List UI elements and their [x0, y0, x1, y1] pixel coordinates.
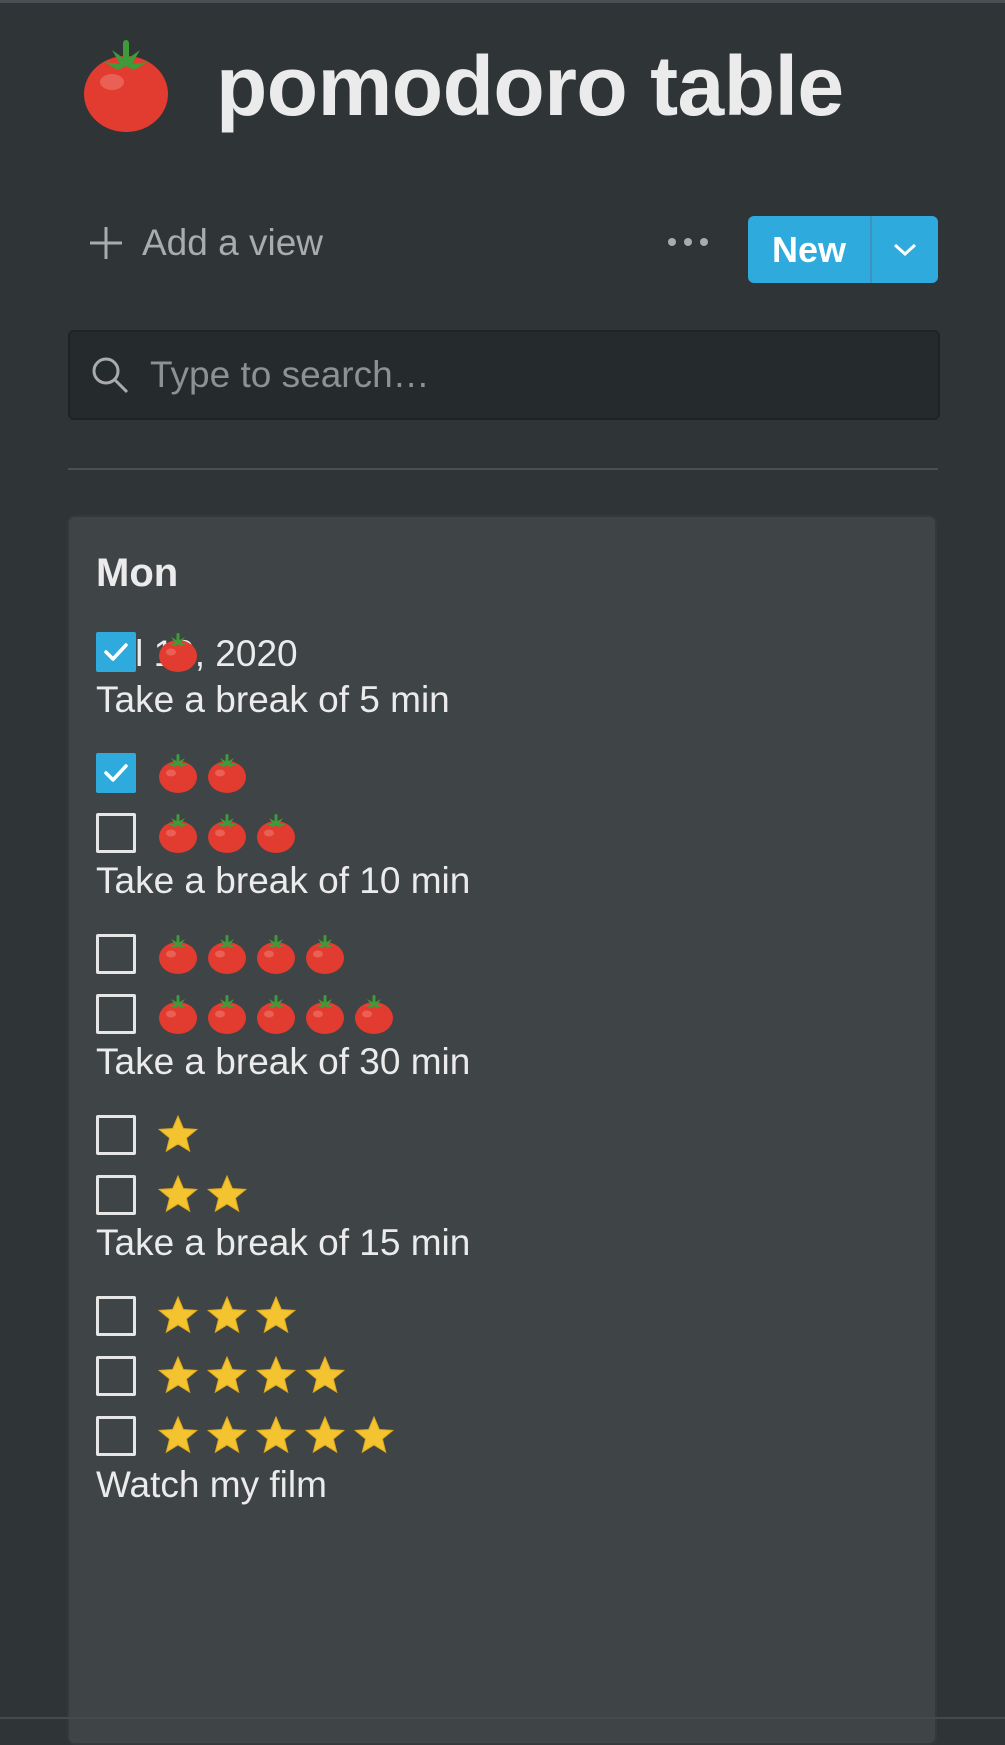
todo-icons — [156, 1113, 205, 1157]
board-card[interactable]: Mon Jul 19, 2020 Take a break of 5 min Ta… — [67, 515, 937, 1745]
todo-icons — [156, 811, 303, 855]
plus-icon — [90, 227, 122, 259]
search-icon — [92, 357, 129, 394]
star-icon — [353, 1415, 395, 1454]
divider — [68, 468, 938, 470]
star-icon — [304, 1355, 346, 1394]
search-bar[interactable] — [68, 330, 940, 420]
checkbox[interactable] — [96, 934, 136, 974]
todo-item — [96, 1291, 303, 1341]
checkbox[interactable] — [96, 1175, 136, 1215]
checkmark-icon — [104, 764, 128, 782]
todo-icons — [156, 1354, 352, 1398]
top-border — [0, 0, 1005, 3]
star-icon — [157, 1295, 199, 1334]
tomato-icon — [257, 814, 295, 853]
todo-icons — [156, 932, 352, 976]
tomato-icon — [208, 754, 246, 793]
todo-icons — [156, 630, 205, 674]
tomato-icon — [159, 935, 197, 974]
tomato-icon — [159, 754, 197, 793]
todo-item — [96, 1411, 401, 1461]
card-note: Take a break of 5 min — [96, 679, 450, 720]
tomato-icon[interactable] — [76, 36, 176, 136]
tomato-icon — [257, 995, 295, 1034]
checkbox[interactable] — [96, 994, 136, 1034]
star-icon — [255, 1355, 297, 1394]
star-icon — [206, 1174, 248, 1213]
tomato-icon — [306, 935, 344, 974]
star-icon — [157, 1174, 199, 1213]
tomato-icon — [159, 814, 197, 853]
star-icon — [304, 1415, 346, 1454]
star-icon — [157, 1114, 199, 1153]
checkbox[interactable] — [96, 813, 136, 853]
add-view-button[interactable]: Add a view — [86, 222, 323, 264]
star-icon — [206, 1295, 248, 1334]
star-icon — [157, 1355, 199, 1394]
todo-item — [96, 929, 352, 979]
todo-icons — [156, 751, 254, 795]
todo-icons — [156, 1414, 401, 1458]
tomato-icon — [257, 935, 295, 974]
new-dropdown-button[interactable] — [872, 216, 938, 283]
todo-item — [96, 748, 254, 798]
star-icon — [206, 1355, 248, 1394]
checkbox[interactable] — [96, 1115, 136, 1155]
card-note: Take a break of 30 min — [96, 1041, 471, 1082]
search-input[interactable] — [148, 353, 912, 397]
card-note: Take a break of 15 min — [96, 1222, 471, 1263]
todo-item — [96, 808, 303, 858]
tomato-icon — [208, 814, 246, 853]
ellipsis-icon[interactable] — [664, 230, 712, 254]
card-note: Watch my film — [96, 1464, 327, 1505]
checkbox[interactable] — [96, 1416, 136, 1456]
todo-item — [96, 1351, 352, 1401]
checkbox-checked[interactable] — [96, 632, 136, 672]
tomato-icon — [159, 995, 197, 1034]
checkbox[interactable] — [96, 1356, 136, 1396]
todo-item — [96, 1110, 205, 1160]
tomato-icon — [306, 995, 344, 1034]
todo-item — [96, 989, 401, 1039]
page-header: pomodoro table — [76, 26, 844, 146]
star-icon — [255, 1295, 297, 1334]
card-note: Take a break of 10 min — [96, 860, 471, 901]
todo-item — [96, 1170, 254, 1220]
checkbox[interactable] — [96, 1296, 136, 1336]
todo-item — [96, 627, 205, 677]
star-icon — [157, 1415, 199, 1454]
todo-icons — [156, 992, 401, 1036]
bottom-border — [0, 1717, 1005, 1719]
star-icon — [206, 1415, 248, 1454]
page-title: pomodoro table — [216, 38, 844, 133]
new-button[interactable]: New — [748, 216, 938, 283]
todo-icons — [156, 1173, 254, 1217]
tomato-icon — [159, 633, 197, 672]
tomato-icon — [355, 995, 393, 1034]
chevron-down-icon — [893, 243, 917, 256]
star-icon — [255, 1415, 297, 1454]
view-toolbar: Add a view New — [68, 216, 938, 284]
tomato-icon — [208, 995, 246, 1034]
tomato-icon — [208, 935, 246, 974]
todo-icons — [156, 1294, 303, 1338]
card-title: Mon — [96, 551, 179, 595]
add-view-label: Add a view — [142, 222, 323, 263]
checkbox-checked[interactable] — [96, 753, 136, 793]
checkmark-icon — [104, 643, 128, 661]
new-button-label[interactable]: New — [748, 216, 870, 283]
